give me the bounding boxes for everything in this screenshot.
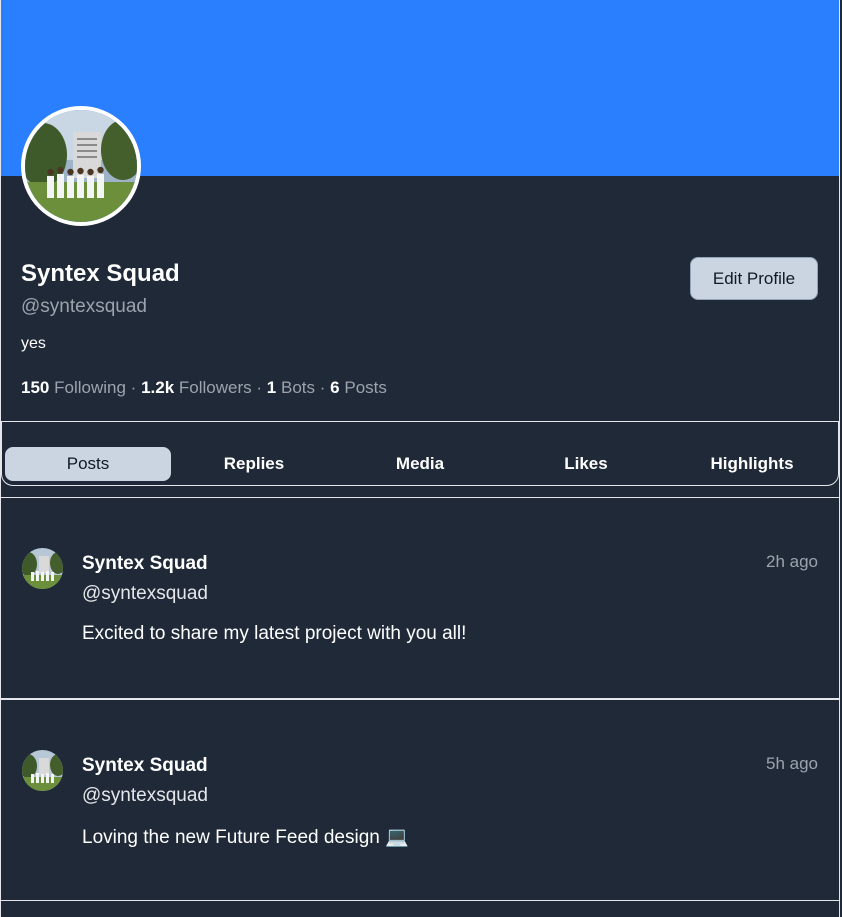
group-photo-icon <box>25 110 137 222</box>
post-author-name[interactable]: Syntex Squad <box>82 553 208 575</box>
post-avatar[interactable] <box>22 750 63 791</box>
profile-tabs: Posts Replies Media Likes Highlights <box>1 422 839 486</box>
post-author-name[interactable]: Syntex Squad <box>82 755 208 777</box>
following-label[interactable]: Following <box>54 378 126 397</box>
tab-highlights[interactable]: Highlights <box>669 447 835 481</box>
bots-count[interactable]: 1 <box>267 378 276 397</box>
posts-label: Posts <box>344 378 387 397</box>
profile-display-name: Syntex Squad <box>21 260 180 287</box>
stats-separator: · <box>130 378 137 397</box>
post-text: Loving the new Future Feed design 💻 <box>82 827 409 848</box>
bots-label[interactable]: Bots <box>281 378 315 397</box>
profile-stats: 150 Following · 1.2k Followers · 1 Bots … <box>21 378 387 398</box>
edit-profile-button[interactable]: Edit Profile <box>690 257 818 300</box>
stats-separator: · <box>256 378 263 397</box>
post-timestamp: 5h ago <box>766 754 818 773</box>
tab-media[interactable]: Media <box>337 447 503 481</box>
following-count[interactable]: 150 <box>21 378 49 397</box>
group-photo-icon <box>22 750 63 791</box>
post-avatar[interactable] <box>22 548 63 589</box>
post-author-handle[interactable]: @syntexsquad <box>82 583 208 605</box>
profile-bio: yes <box>21 335 46 352</box>
followers-label[interactable]: Followers <box>179 378 252 397</box>
tab-posts[interactable]: Posts <box>5 447 171 481</box>
post-card[interactable]: Syntex Squad @syntexsquad 2h ago Excited… <box>1 497 839 699</box>
tab-replies[interactable]: Replies <box>171 447 337 481</box>
followers-count[interactable]: 1.2k <box>141 378 174 397</box>
post-timestamp: 2h ago <box>766 552 818 571</box>
tab-likes[interactable]: Likes <box>503 447 669 481</box>
group-photo-icon <box>22 548 63 589</box>
profile-avatar[interactable] <box>21 106 141 226</box>
post-text: Excited to share my latest project with … <box>82 623 467 644</box>
post-author-handle[interactable]: @syntexsquad <box>82 785 208 807</box>
stats-separator: · <box>319 378 326 397</box>
profile-handle: @syntexsquad <box>21 296 147 317</box>
posts-count: 6 <box>330 378 340 397</box>
post-card[interactable]: Syntex Squad @syntexsquad 5h ago Loving … <box>1 699 839 901</box>
